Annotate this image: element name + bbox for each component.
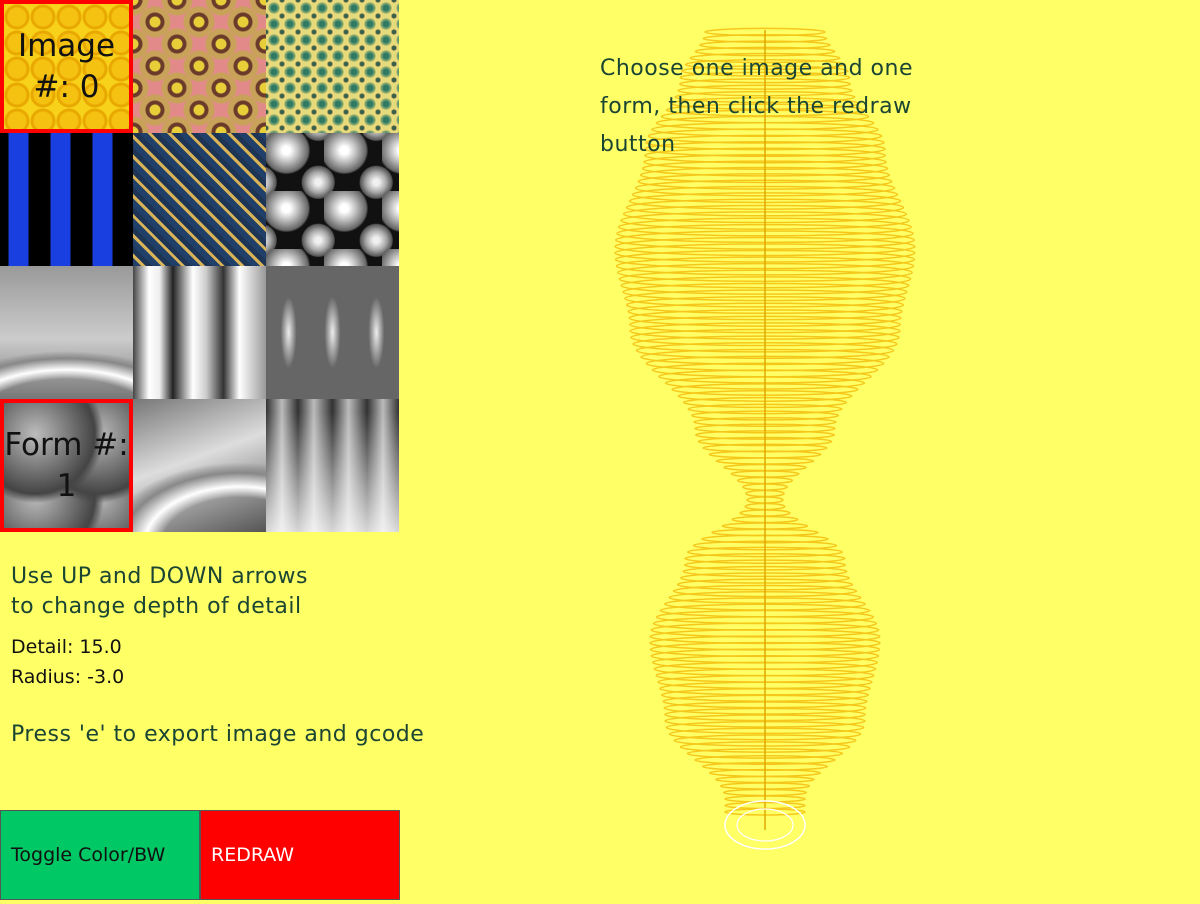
radius-readout: Radius: -3.0 [11, 666, 125, 688]
toggle-color-bw-button[interactable]: Toggle Color/BW [0, 810, 200, 900]
form-tile-1[interactable]: Form #: 1 [0, 399, 133, 532]
image-tile-4[interactable] [133, 133, 266, 266]
image-tile-0[interactable]: Image #: 0 [0, 0, 133, 133]
form-tile-gray-wave[interactable] [0, 266, 133, 399]
image-number-label: Image #: 0 [17, 27, 116, 105]
image-tile-3[interactable] [0, 133, 133, 266]
choose-instructions: Choose one image and one form, then clic… [600, 56, 913, 157]
form-tile-diag-wave[interactable] [133, 399, 266, 532]
form-number-label: Form #: 1 [4, 426, 129, 504]
image-tile-2[interactable] [266, 0, 399, 133]
form-tile-vert-fade[interactable] [266, 399, 399, 532]
form-tile-stripes[interactable] [133, 266, 266, 399]
image-tile-5[interactable] [266, 133, 399, 266]
depth-instructions: Use UP and DOWN arrows to change depth o… [11, 564, 308, 619]
redraw-button[interactable]: REDRAW [200, 810, 400, 900]
detail-readout: Detail: 15.0 [11, 636, 122, 658]
image-tile-1[interactable] [133, 0, 266, 133]
export-instructions: Press 'e' to export image and gcode [11, 722, 425, 747]
form-tile-ellipses[interactable] [266, 266, 399, 399]
